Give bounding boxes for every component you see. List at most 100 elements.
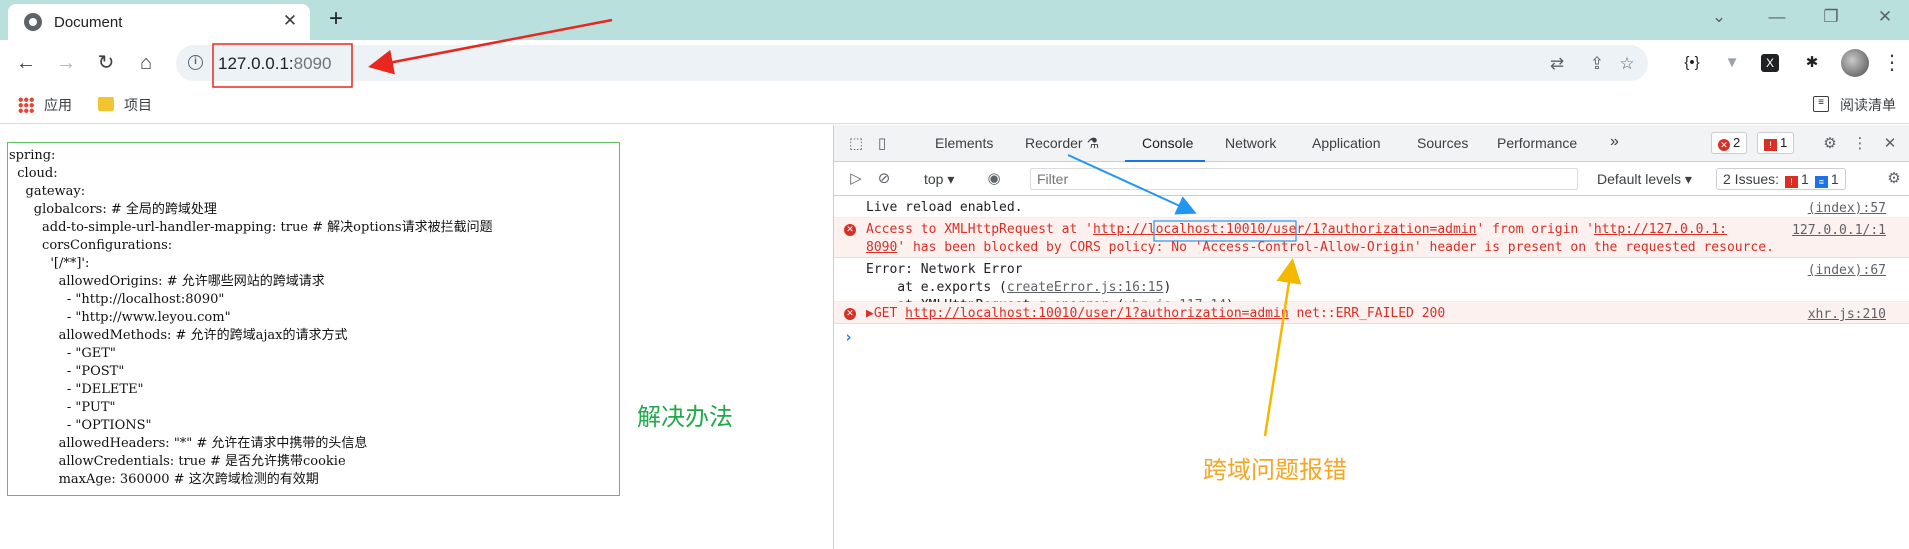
code-line: allowedOrigins: # 允许哪些网站的跨域请求 xyxy=(9,274,325,289)
device-toolbar-icon[interactable]: ▯ xyxy=(872,134,892,154)
code-line: - "PUT" xyxy=(9,400,116,415)
reading-list-button[interactable]: 阅读清单 xyxy=(1840,95,1896,115)
yaml-code: spring: cloud: gateway: globalcors: # 全局… xyxy=(9,147,493,489)
code-line: allowedHeaders: "*" # 允许在请求中携带的头信息 xyxy=(9,436,368,451)
error-circle-icon: ✕ xyxy=(844,224,856,236)
tab-network[interactable]: Network xyxy=(1225,135,1276,151)
code-line: add-to-simple-url-handler-mapping: true … xyxy=(9,220,493,235)
cors-error-annotation: 跨域问题报错 xyxy=(1203,457,1347,484)
error-icon: ✕ xyxy=(1718,139,1730,151)
reload-icon[interactable]: ↻ xyxy=(92,50,120,76)
code-line: - "GET" xyxy=(9,346,116,361)
get-error-message: ✕ ▶GET http://localhost:10010/user/1?aut… xyxy=(834,302,1909,324)
more-tabs-icon[interactable]: » xyxy=(1610,133,1619,151)
source-link[interactable]: 127.0.0.1/:1 xyxy=(1792,222,1886,240)
console-prompt[interactable]: › xyxy=(844,328,853,346)
devtools-panel: ⬚ ▯ Elements Recorder ⚗ Console Network … xyxy=(833,125,1909,549)
log-levels-dropdown[interactable]: Default levels ▾ xyxy=(1597,171,1692,188)
expand-triangle-icon[interactable]: ▶GET xyxy=(866,306,905,321)
tab-close-icon[interactable]: ✕ xyxy=(280,11,300,31)
tab-title: Document xyxy=(54,14,123,31)
tab-performance[interactable]: Performance xyxy=(1497,135,1577,151)
console-message: Live reload enabled. (index):57 xyxy=(834,196,1909,218)
vue-extension-icon[interactable]: ▼ xyxy=(1721,52,1743,74)
sidebar-toggle-icon[interactable]: ▷ xyxy=(846,169,866,189)
code-line: spring: xyxy=(9,148,56,163)
tab-sources[interactable]: Sources xyxy=(1417,135,1468,151)
code-line: allowCredentials: true # 是否允许携带cookie xyxy=(9,454,346,469)
x-extension-icon[interactable]: X xyxy=(1761,54,1779,72)
bookmark-projects[interactable]: 项目 xyxy=(124,95,152,115)
translate-icon[interactable]: ⇄ xyxy=(1546,54,1568,74)
devtools-menu-icon[interactable]: ⋮ xyxy=(1850,134,1870,154)
request-url-link[interactable]: http://localhost:10010/user/1?authorizat… xyxy=(905,306,1289,321)
code-line: corsConfigurations: xyxy=(9,238,173,253)
source-link[interactable]: (index):67 xyxy=(1808,262,1886,280)
bookmark-apps[interactable]: 应用 xyxy=(44,95,72,115)
code-line: '[/**]': xyxy=(9,256,90,271)
eye-icon[interactable]: ◉ xyxy=(984,169,1004,189)
folder-icon[interactable] xyxy=(98,97,114,111)
cors-error-message: ✕ Access to XMLHttpRequest at 'http://lo… xyxy=(834,218,1909,258)
console-filter-input[interactable] xyxy=(1030,168,1578,190)
url-text[interactable]: 127.0.0.1:8090 xyxy=(218,54,331,74)
solution-annotation: 解决办法 xyxy=(637,404,733,431)
code-line: gateway: xyxy=(9,184,86,199)
reading-list-icon[interactable]: ≡ xyxy=(1813,96,1829,112)
close-devtools-icon[interactable]: ✕ xyxy=(1880,134,1900,154)
code-line: maxAge: 360000 # 这次跨域检测的有效期 xyxy=(9,472,319,487)
network-error-message: Error: Network Error at e.exports (creat… xyxy=(834,258,1909,313)
code-line: - "OPTIONS" xyxy=(9,418,152,433)
origin-link[interactable]: http://127.0.0.1: xyxy=(1594,222,1727,237)
apps-grid-icon[interactable] xyxy=(18,97,34,113)
puzzle-extensions-icon[interactable]: ✱ xyxy=(1801,52,1823,74)
issue-error-icon: ! xyxy=(1785,176,1799,188)
flask-icon: ⚗ xyxy=(1086,135,1100,151)
address-bar[interactable]: i 127.0.0.1:8090 ⇄ ⇪ ☆ xyxy=(176,45,1648,81)
error-circle-icon: ✕ xyxy=(844,308,856,320)
tab-console[interactable]: Console xyxy=(1142,135,1193,151)
info-icon[interactable]: i xyxy=(188,55,203,70)
globe-icon xyxy=(24,13,42,31)
clear-console-icon[interactable]: ⊘ xyxy=(874,169,894,189)
home-icon[interactable]: ⌂ xyxy=(132,50,160,76)
issue-info-icon: ≡ xyxy=(1814,176,1828,188)
code-line: - "http://localhost:8090" xyxy=(9,292,225,307)
tab-search-icon[interactable]: ⌄ xyxy=(1704,7,1734,27)
close-window-icon[interactable]: ✕ xyxy=(1870,7,1900,27)
new-tab-button[interactable]: + xyxy=(322,5,350,33)
back-icon[interactable]: ← xyxy=(12,50,40,76)
tab-strip: Document ✕ + ⌄ — ❐ ✕ xyxy=(0,0,1909,40)
stack-link[interactable]: createError.js:16:15 xyxy=(1007,280,1164,295)
inspect-element-icon[interactable]: ⬚ xyxy=(846,134,866,154)
console-filter-bar: ▷ ⊘ top ▾ ◉ Default levels ▾ 2 Issues:!1… xyxy=(834,162,1909,196)
context-selector[interactable]: top ▾ xyxy=(924,171,954,188)
forward-icon[interactable]: → xyxy=(52,50,80,76)
source-link[interactable]: xhr.js:210 xyxy=(1808,306,1886,324)
devtools-tab-bar: ⬚ ▯ Elements Recorder ⚗ Console Network … xyxy=(834,125,1909,162)
console-output: Live reload enabled. (index):57 ✕ Access… xyxy=(834,196,1909,549)
issue-count-badge[interactable]: ! 1 xyxy=(1757,132,1795,154)
kebab-menu-icon[interactable]: ⋮ xyxy=(1882,50,1902,75)
bookmark-star-icon[interactable]: ☆ xyxy=(1616,54,1638,74)
tab-application[interactable]: Application xyxy=(1312,135,1381,151)
code-line: globalcors: # 全局的跨域处理 xyxy=(9,202,217,217)
issue-icon: ! xyxy=(1764,139,1777,151)
error-count-badge[interactable]: ✕ 2 xyxy=(1711,132,1748,154)
json-extension-icon[interactable]: {•} xyxy=(1681,52,1703,74)
code-line: - "POST" xyxy=(9,364,125,379)
settings-gear-icon[interactable]: ⚙ xyxy=(1820,134,1840,154)
share-icon[interactable]: ⇪ xyxy=(1586,54,1608,74)
tab-elements[interactable]: Elements xyxy=(935,135,993,151)
minimize-icon[interactable]: — xyxy=(1762,7,1792,27)
console-settings-icon[interactable]: ⚙ xyxy=(1884,169,1904,189)
request-url-link[interactable]: http://localhost:10010/user/1?authorizat… xyxy=(1093,222,1477,237)
tab-recorder[interactable]: Recorder ⚗ xyxy=(1025,135,1099,152)
maximize-icon[interactable]: ❐ xyxy=(1816,7,1846,27)
avatar[interactable] xyxy=(1841,49,1869,77)
yaml-config-box: spring: cloud: gateway: globalcors: # 全局… xyxy=(7,142,620,496)
code-line: - "http://www.leyou.com" xyxy=(9,310,231,325)
source-link[interactable]: (index):57 xyxy=(1808,200,1886,218)
issues-button[interactable]: 2 Issues:! 1 ≡ 1 xyxy=(1716,168,1846,190)
browser-tab[interactable]: Document ✕ xyxy=(8,4,310,40)
